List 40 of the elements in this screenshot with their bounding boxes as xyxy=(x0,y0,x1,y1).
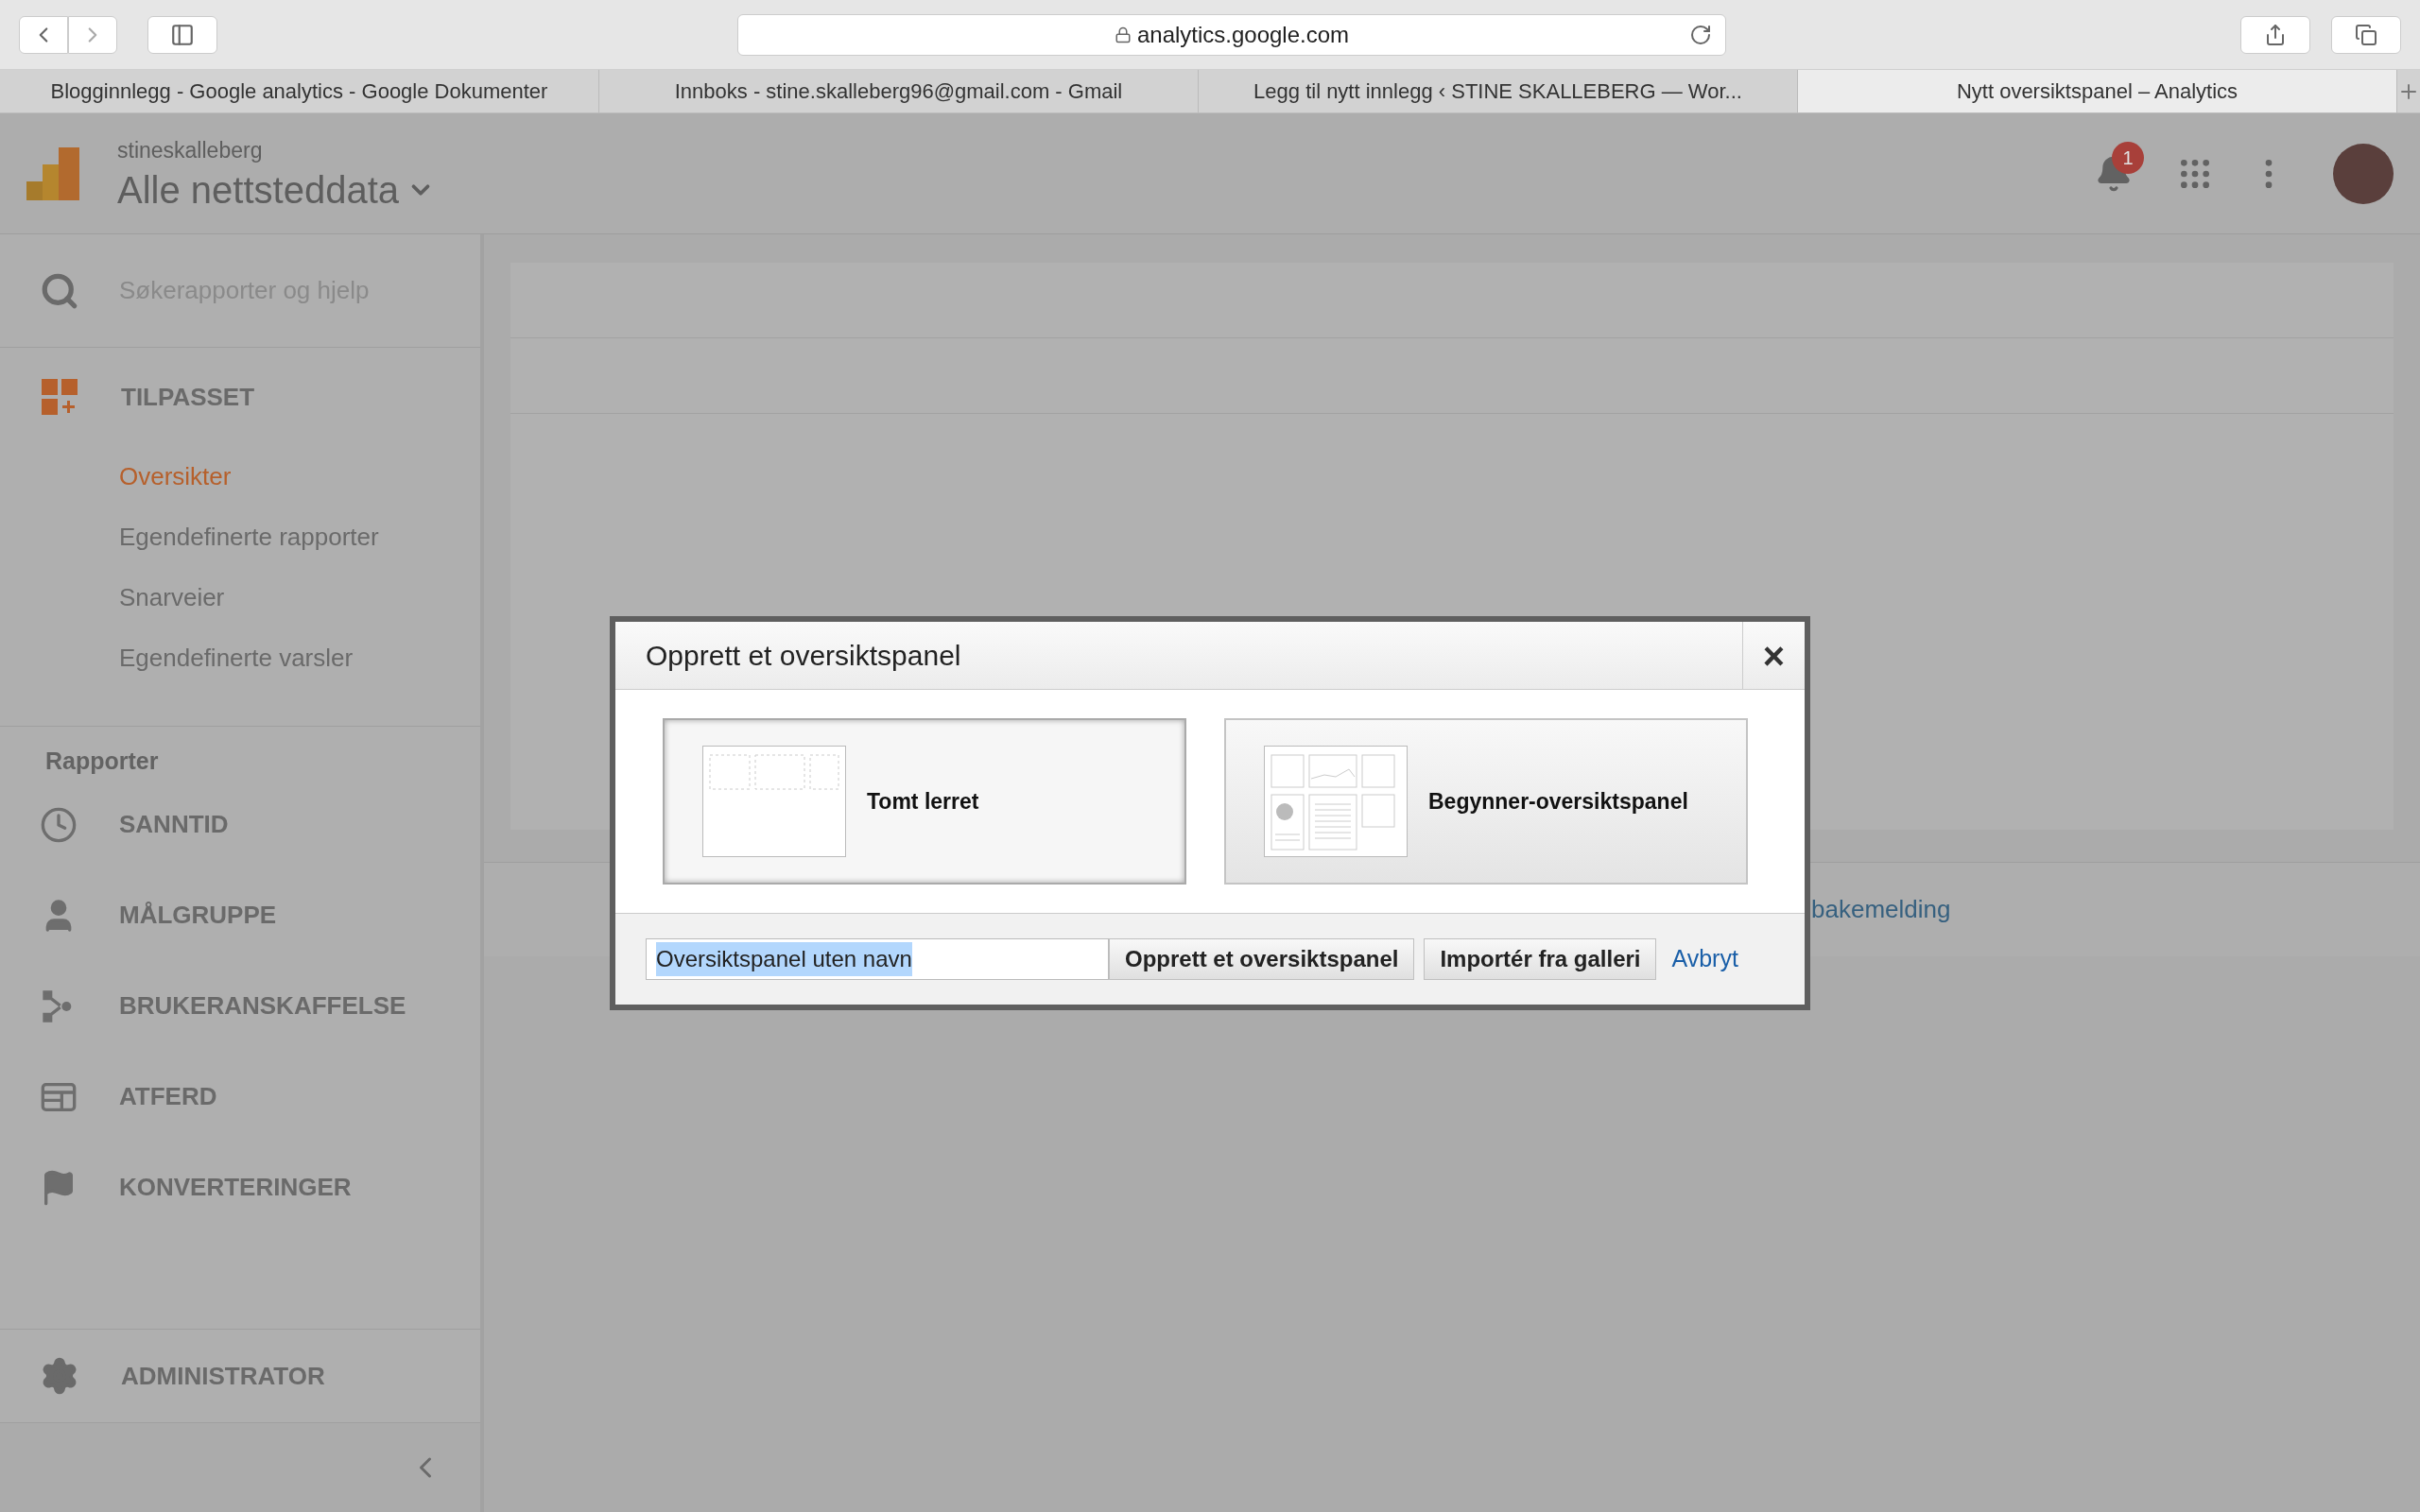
close-button[interactable]: × xyxy=(1742,622,1805,689)
share-button[interactable] xyxy=(2240,15,2310,54)
section-title[interactable]: TILPASSET xyxy=(121,378,255,416)
sidebar-link[interactable]: Egendefinerte rapporter xyxy=(119,518,379,556)
tabs-icon xyxy=(2355,23,2377,46)
notification-count: 1 xyxy=(2112,141,2144,174)
sidebar-link[interactable]: Oversikter xyxy=(119,457,232,495)
analytics-logo xyxy=(26,146,79,200)
dialog-button[interactable]: Importér fra galleri xyxy=(1424,938,1657,980)
nav-item[interactable]: MÅLGRUPPE xyxy=(119,897,277,934)
cancel-link[interactable]: Avbryt xyxy=(1671,941,1738,977)
nav-item[interactable]: KONVERTERINGER xyxy=(119,1169,352,1206)
dialog-button[interactable]: Opprett et oversiktspanel xyxy=(1109,938,1415,980)
account-name: stineskalleberg xyxy=(117,137,264,165)
nav-item[interactable]: SANNTID xyxy=(119,806,229,843)
nav-item[interactable]: ADMINISTRATOR xyxy=(121,1357,325,1395)
tabs-overview-button[interactable] xyxy=(2331,15,2401,54)
sidebar-link[interactable]: Snarveier xyxy=(119,578,225,616)
feedback-link[interactable]: bakemelding xyxy=(1811,891,1951,928)
dashboard-option[interactable]: Begynner-oversiktspanel xyxy=(1224,718,1748,885)
property-selector[interactable]: Alle nettsteddata xyxy=(117,166,435,213)
sidebar-toggle-button[interactable] xyxy=(147,15,217,54)
name-field[interactable]: Oversiktspanel uten navn xyxy=(646,938,1109,980)
nav-item[interactable]: BRUKERANSKAFFELSE xyxy=(119,988,406,1024)
browser-tab[interactable]: Nytt oversiktspanel – Analytics xyxy=(1798,70,2397,112)
dialog-title: Opprett et oversiktspanel xyxy=(645,639,962,673)
sidebar-icon xyxy=(170,22,195,47)
lock-icon xyxy=(1114,26,1132,43)
section-heading: Rapporter xyxy=(45,747,160,776)
back-button[interactable] xyxy=(19,15,68,54)
reload-icon[interactable] xyxy=(1689,23,1712,46)
share-icon xyxy=(2264,23,2287,46)
field-value: Oversiktspanel uten navn xyxy=(656,942,912,976)
dashboard-add-icon xyxy=(42,379,78,415)
sidebar-link[interactable]: Egendefinerte varsler xyxy=(119,639,354,677)
address-bar[interactable]: analytics.google.com xyxy=(737,13,1726,56)
dashboard-option[interactable]: Tomt lerret xyxy=(663,718,1186,885)
nav-item[interactable]: ATFERD xyxy=(119,1078,217,1115)
forward-button[interactable] xyxy=(68,15,117,54)
clock-icon xyxy=(40,805,78,844)
